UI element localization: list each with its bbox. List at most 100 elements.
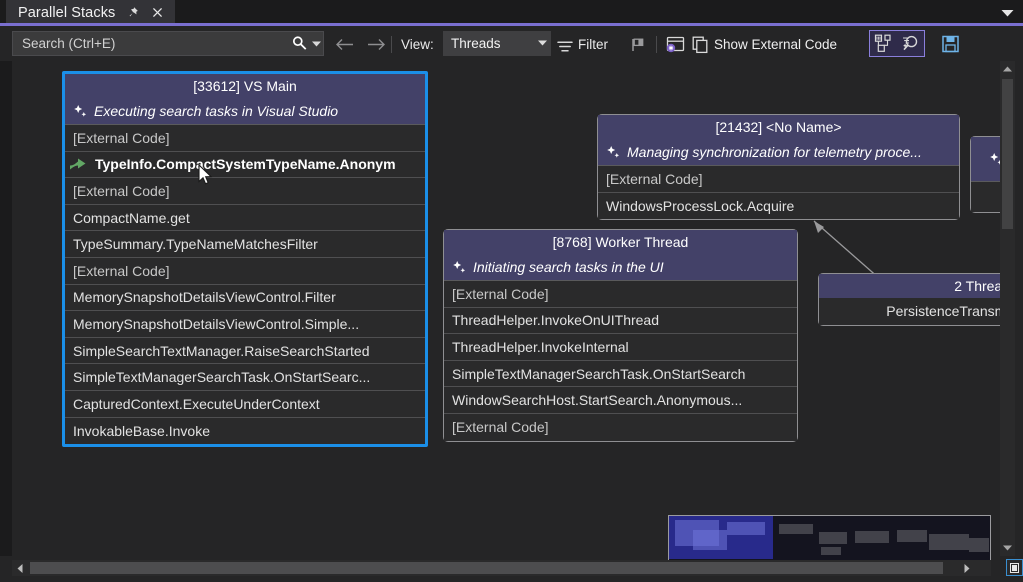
panel-header: 2 Threads	[819, 274, 1007, 298]
stack-frame[interactable]: WindowSearchHost.StartSearch.Anonymous..…	[444, 387, 797, 414]
search-dropdown-chevron-icon[interactable]	[309, 41, 323, 47]
parallel-stacks-window: Parallel Stacks Search (Ctrl+E)	[0, 0, 1023, 582]
frame-label: ThreadHelper.InvokeInternal	[452, 339, 629, 355]
triangle-left-icon[interactable]	[12, 560, 28, 576]
filter-label[interactable]: Filter	[578, 37, 608, 52]
stack-frame[interactable]: PersistenceTransmitte	[819, 298, 1007, 325]
stack-frame[interactable]: MemorySnapshotDetailsViewControl.Simple.…	[65, 311, 425, 338]
panel-ai-summary: Managing synchronization for telemetry p…	[598, 139, 959, 165]
toolbar-separator	[391, 36, 392, 53]
triangle-down-icon[interactable]	[1000, 540, 1015, 556]
stack-panel-two-threads[interactable]: 2 Threads PersistenceTransmitte	[818, 273, 1007, 326]
forward-button[interactable]	[366, 38, 386, 52]
stack-frame[interactable]: ThreadHelper.InvokeInternal	[444, 334, 797, 361]
frame-label: [External Code]	[452, 286, 549, 302]
back-button[interactable]	[335, 38, 355, 52]
panel-frames: PersistenceTransmitte	[819, 298, 1007, 325]
stack-panel-worker-thread[interactable]: [8768] Worker Thread Initiating search t…	[443, 229, 798, 442]
zoom-to-thread-icon[interactable]	[897, 31, 924, 56]
parallel-stacks-canvas[interactable]: [33612] VS Main Executing search tasks i…	[12, 61, 1007, 556]
panel-header: [21432] <No Name>	[598, 115, 959, 139]
minimap-node	[727, 522, 765, 535]
frame-label: [External Code]	[452, 419, 549, 435]
minimap-node	[969, 538, 989, 552]
vertical-scrollbar[interactable]	[1000, 61, 1015, 556]
stack-frame[interactable]: SimpleTextManagerSearchTask.OnStartSearc…	[65, 364, 425, 391]
show-external-code-label[interactable]: Show External Code	[714, 37, 837, 52]
stack-frame[interactable]: CompactName.get	[65, 205, 425, 232]
panel-frames: [External Code] TypeInfo.CompactSystemTy…	[65, 124, 425, 444]
search-input[interactable]: Search (Ctrl+E)	[12, 31, 324, 56]
frame-label: [External Code]	[606, 171, 703, 187]
filter-icon[interactable]	[557, 39, 573, 50]
frame-label: ThreadHelper.InvokeOnUIThread	[452, 312, 659, 328]
stack-frame[interactable]: SimpleSearchTextManager.RaiseSearchStart…	[65, 338, 425, 365]
flag-icon[interactable]	[630, 37, 648, 53]
view-label: View:	[401, 37, 434, 52]
frame-label: TypeInfo.CompactSystemTypeName.Anonym	[95, 156, 396, 172]
triangle-up-icon[interactable]	[1000, 61, 1015, 77]
copy-windows-icon[interactable]	[692, 36, 709, 54]
panel-header: [8768] Worker Thread	[444, 230, 797, 254]
frame-label: WindowsProcessLock.Acquire	[606, 198, 794, 214]
ai-summary-text: Initiating search tasks in the UI	[473, 259, 664, 275]
stack-panel-vs-main[interactable]: [33612] VS Main Executing search tasks i…	[62, 71, 428, 447]
stack-frame[interactable]: [External Code]	[65, 178, 425, 205]
vertical-scrollbar-thumb[interactable]	[1002, 79, 1013, 229]
frame-label: [External Code]	[73, 263, 170, 279]
view-mode-select[interactable]: Threads	[443, 31, 551, 56]
panel-header: [33612] VS Main	[65, 74, 425, 98]
minimap-node	[693, 530, 727, 550]
frame-label: CapturedContext.ExecuteUnderContext	[73, 396, 320, 412]
sparkle-icon	[606, 145, 621, 160]
frame-label: TypeSummary.TypeNameMatchesFilter	[73, 236, 318, 252]
horizontal-scrollbar[interactable]	[12, 560, 991, 576]
tab-parallel-stacks[interactable]: Parallel Stacks	[6, 0, 175, 25]
panel-frames: [External Code] ThreadHelper.InvokeOnUIT…	[444, 280, 797, 441]
frame-label: SimpleSearchTextManager.RaiseSearchStart…	[73, 343, 370, 359]
frame-label: [External Code]	[73, 183, 170, 199]
ai-summary-text: Executing search tasks in Visual Studio	[94, 103, 338, 119]
minimap-node	[819, 532, 847, 544]
stack-frame[interactable]: WindowsProcessLock.Acquire	[598, 193, 959, 220]
stack-frame[interactable]: [External Code]	[65, 125, 425, 152]
triangle-right-icon[interactable]	[959, 560, 975, 576]
minimap-node	[929, 534, 969, 550]
stack-panel-telemetry[interactable]: [21432] <No Name> Managing synchronizati…	[597, 114, 960, 220]
frame-label: SimpleTextManagerSearchTask.OnStartSearc…	[452, 366, 745, 382]
sparkle-icon	[452, 260, 467, 275]
minimap-node	[821, 547, 841, 555]
stack-frame[interactable]: InvokableBase.Invoke	[65, 418, 425, 445]
chevron-down-icon[interactable]	[999, 6, 1015, 20]
stack-frame[interactable]: [External Code]	[598, 166, 959, 193]
close-icon[interactable]	[149, 5, 165, 21]
overview-minimap[interactable]	[668, 515, 991, 561]
horizontal-scrollbar-thumb[interactable]	[30, 562, 943, 574]
save-icon[interactable]	[941, 35, 961, 53]
view-mode-value: Threads	[443, 36, 533, 51]
tab-strip: Parallel Stacks	[0, 0, 1023, 25]
stack-frame[interactable]: ThreadHelper.InvokeOnUIThread	[444, 308, 797, 335]
frame-label: MemorySnapshotDetailsViewControl.Simple.…	[73, 316, 359, 332]
frame-label: WindowSearchHost.StartSearch.Anonymous..…	[452, 392, 742, 408]
pin-icon[interactable]	[124, 5, 140, 21]
stack-frame[interactable]: MemorySnapshotDetailsViewControl.Filter	[65, 285, 425, 312]
stack-frame[interactable]: TypeSummary.TypeNameMatchesFilter	[65, 231, 425, 258]
toolbar-separator-2	[656, 36, 657, 53]
minimap-node	[897, 530, 927, 542]
minimap-toggle-button[interactable]	[1006, 559, 1023, 576]
stack-frame[interactable]: SimpleTextManagerSearchTask.OnStartSearc…	[444, 361, 797, 388]
stack-frame[interactable]: [External Code]	[444, 281, 797, 308]
stack-frame[interactable]: [External Code]	[65, 258, 425, 285]
stack-frame[interactable]: CapturedContext.ExecuteUnderContext	[65, 391, 425, 418]
frame-label: MemorySnapshotDetailsViewControl.Filter	[73, 289, 336, 305]
stack-frame[interactable]: [External Code]	[444, 414, 797, 441]
ai-summary-text: Managing synchronization for telemetry p…	[627, 144, 922, 160]
panel-ai-summary: Executing search tasks in Visual Studio	[65, 98, 425, 124]
toggle-method-view-icon[interactable]	[870, 31, 897, 56]
window-code-icon[interactable]	[665, 36, 685, 54]
stack-frame-current[interactable]: TypeInfo.CompactSystemTypeName.Anonym	[65, 152, 425, 179]
mouse-cursor	[198, 164, 214, 187]
search-icon[interactable]	[290, 34, 309, 53]
view-toggle-group	[869, 30, 925, 57]
